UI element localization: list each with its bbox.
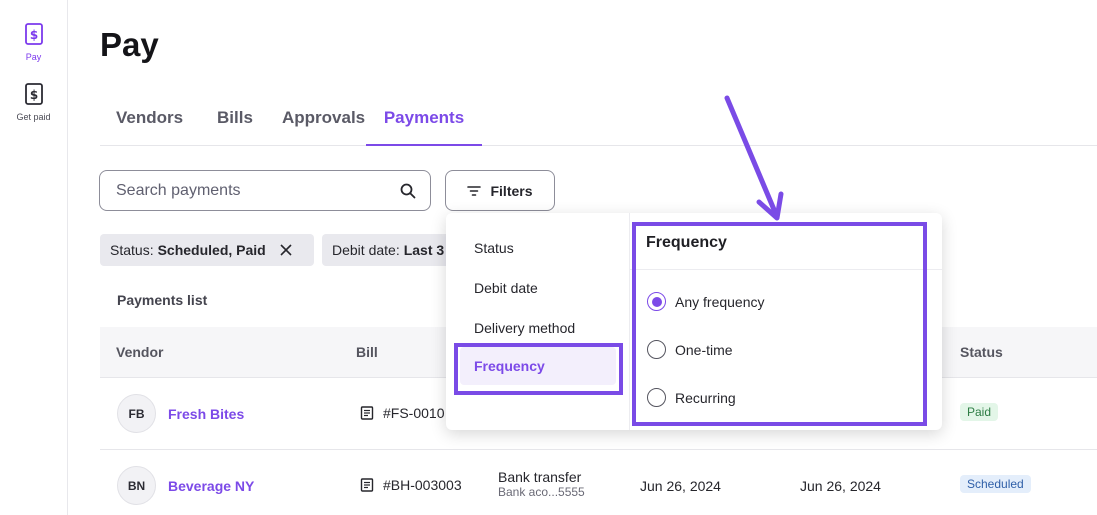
filter-category-debit-date[interactable]: Debit date (474, 280, 538, 296)
filter-dropdown: Status Debit date Delivery method Freque… (446, 213, 942, 430)
payment-account: Bank aco...5555 (498, 485, 585, 499)
divider (630, 269, 942, 270)
tab-bar: Vendors Bills Approvals Payments (100, 102, 1097, 146)
filter-chip-status[interactable]: Status: Scheduled, Paid (100, 234, 314, 266)
chip-prefix: Status: (110, 242, 154, 258)
filters-button-label: Filters (490, 182, 533, 199)
left-rail: $ Pay $ Get paid (0, 0, 68, 515)
filter-category-delivery-method[interactable]: Delivery method (474, 320, 575, 336)
radio-button[interactable] (647, 340, 666, 359)
rail-item-get-paid[interactable]: $ Get paid (0, 82, 67, 122)
table-row[interactable]: BN Beverage NY #BH-003003 Bank transfer … (100, 450, 1097, 515)
avatar: FB (117, 394, 156, 433)
chip-value: Last 3 (403, 242, 445, 258)
vendor-link[interactable]: Fresh Bites (168, 406, 244, 422)
chip-prefix: Debit date: (332, 242, 400, 258)
payment-method-cell: Bank transfer Bank aco...5555 (498, 469, 585, 499)
page-title: Pay (100, 26, 159, 63)
filter-category-list: Status Debit date Delivery method Freque… (446, 213, 630, 430)
payments-list-label: Payments list (117, 292, 208, 308)
dollar-document-icon: $ (24, 23, 43, 45)
rail-item-pay[interactable]: $ Pay (0, 22, 67, 62)
bill-number: #BH-003003 (383, 477, 462, 493)
filter-chip-debit-date[interactable]: Debit date: Last 3 (322, 234, 462, 266)
chip-value: Scheduled, Paid (157, 242, 266, 258)
radio-button[interactable] (647, 388, 666, 407)
filter-category-status[interactable]: Status (474, 240, 514, 256)
payment-method: Bank transfer (498, 469, 582, 485)
search-icon[interactable] (400, 183, 416, 199)
rail-item-label: Get paid (16, 112, 51, 122)
rail-item-label: Pay (25, 52, 42, 62)
tab-vendors[interactable]: Vendors (116, 108, 183, 146)
filters-button[interactable]: Filters (445, 170, 555, 211)
radio-label: Any frequency (675, 293, 765, 310)
debit-date-cell: Jun 26, 2024 (640, 478, 721, 494)
document-icon (360, 478, 374, 492)
dollar-document-icon: $ (24, 83, 43, 105)
filter-panel-title: Frequency (646, 234, 727, 251)
bill-cell[interactable]: #BH-003003 (360, 477, 462, 493)
filter-lines-icon (467, 185, 482, 196)
filter-category-frequency[interactable]: Frequency (460, 347, 616, 385)
avatar: BN (117, 466, 156, 505)
column-header-vendor[interactable]: Vendor (116, 344, 163, 360)
vendor-link[interactable]: Beverage NY (168, 478, 254, 494)
status-badge: Paid (960, 403, 999, 421)
svg-text:$: $ (29, 28, 37, 42)
radio-recurring[interactable]: Recurring (647, 388, 736, 407)
radio-one-time[interactable]: One-time (647, 340, 733, 359)
svg-text:$: $ (29, 88, 37, 102)
status-badge: Scheduled (960, 475, 1031, 493)
search-input[interactable] (116, 181, 400, 200)
radio-any-frequency[interactable]: Any frequency (647, 292, 765, 311)
document-icon (360, 406, 374, 420)
tab-bills[interactable]: Bills (217, 108, 253, 146)
column-header-status[interactable]: Status (960, 344, 1003, 360)
close-icon[interactable] (280, 244, 292, 256)
tab-payments[interactable]: Payments (366, 108, 482, 146)
radio-button[interactable] (647, 292, 666, 311)
column-header-bill[interactable]: Bill (356, 344, 378, 360)
bill-number: #FS-0010 (383, 405, 445, 421)
tab-approvals[interactable]: Approvals (282, 108, 365, 146)
radio-label: Recurring (675, 389, 736, 406)
search-box (99, 170, 431, 211)
radio-label: One-time (675, 341, 733, 358)
delivery-date-cell: Jun 26, 2024 (800, 478, 881, 494)
bill-cell[interactable]: #FS-0010 (360, 405, 444, 421)
